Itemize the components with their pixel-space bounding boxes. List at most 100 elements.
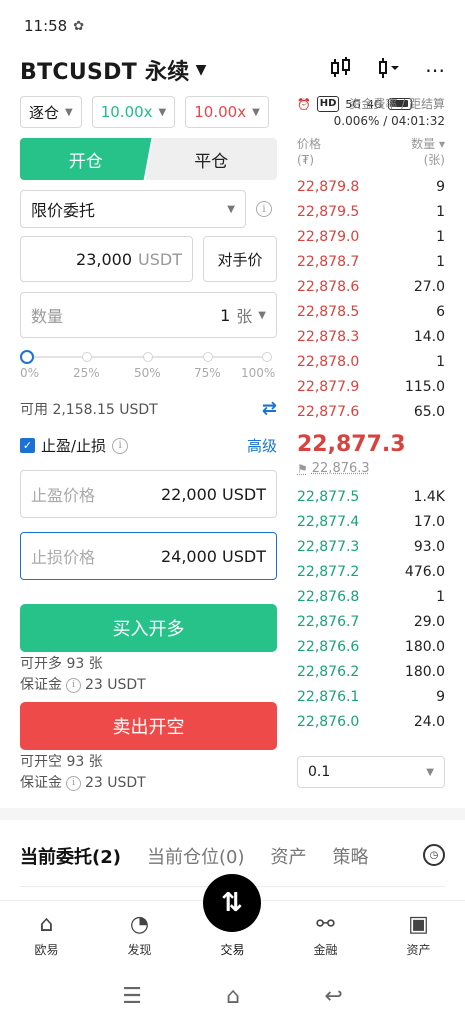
ask-qty: 27.0 (413, 278, 445, 295)
tab-close-position[interactable]: 平仓 (145, 138, 277, 180)
pair-dropdown-icon[interactable]: ▼ (196, 62, 207, 78)
candlestick-chart-icon[interactable] (329, 56, 353, 84)
long-leverage-select[interactable]: 10.00x ▼ (91, 96, 176, 128)
tab-strategies[interactable]: 策略 (332, 843, 368, 869)
tab-open-position[interactable]: 开仓 (20, 138, 152, 180)
ask-qty: 1 (436, 253, 445, 270)
candle-menu-icon[interactable] (377, 57, 401, 84)
slider-step-dot[interactable] (203, 352, 213, 362)
tab-current-orders[interactable]: 当前委托(2) (20, 843, 121, 869)
ask-qty: 1 (436, 203, 445, 220)
bid-row[interactable]: 22,877.5 1.4K (297, 484, 445, 509)
tab-current-positions[interactable]: 当前仓位(0) (147, 843, 245, 869)
available-text: 可用 2,158.15 USDT (20, 401, 158, 418)
bid-row[interactable]: 22,876.0 24.0 (297, 709, 445, 734)
qty-header-toggle[interactable]: 数量 ▾ (张) (411, 136, 445, 168)
chevron-down-icon: ▼ (65, 106, 73, 118)
info-icon[interactable]: i (66, 678, 81, 693)
quantity-value: 1 (220, 305, 231, 325)
nav-finance[interactable]: ⚯ 金融 (279, 901, 372, 964)
short-leverage-select[interactable]: 10.00x ▼ (185, 96, 269, 128)
tpsl-label[interactable]: 止盈/止损 (41, 435, 106, 456)
price-unit-header: (₮) (297, 153, 314, 167)
slider-step-dot[interactable] (262, 352, 272, 362)
margin-mode-select[interactable]: 逐仓 ▼ (20, 96, 82, 128)
ask-price: 22,878.5 (297, 303, 360, 320)
depth-select[interactable]: 0.1 ▼ (297, 756, 445, 788)
funding-info[interactable]: 资金费率 / 距结算 0.006% / 04:01:32 (297, 96, 445, 130)
trade-fab[interactable]: ⇅ (203, 874, 261, 932)
ask-row[interactable]: 22,878.6 27.0 (297, 274, 445, 299)
long-leverage-label: 10.00x (100, 103, 153, 121)
depth-value: 0.1 (308, 764, 331, 780)
bid-price: 22,877.4 (297, 513, 360, 530)
take-profit-placeholder: 止盈价格 (31, 486, 96, 505)
bid-price: 22,876.8 (297, 588, 360, 605)
bid-row[interactable]: 22,876.8 1 (297, 584, 445, 609)
counter-price-button[interactable]: 对手价 (203, 236, 277, 282)
slider-step-dot[interactable] (82, 352, 92, 362)
bid-qty: 180.0 (404, 663, 445, 680)
mark-price[interactable]: ⚑ 22,876.3 (297, 460, 445, 478)
tpsl-checkbox[interactable]: ✓ (20, 438, 35, 453)
section-divider (0, 808, 465, 820)
ask-row[interactable]: 22,877.6 65.0 (297, 399, 445, 424)
slider-step-dot[interactable] (143, 352, 153, 362)
ask-row[interactable]: 22,879.8 9 (297, 174, 445, 199)
bid-row[interactable]: 22,877.4 17.0 (297, 509, 445, 534)
can-open-short-text: 可开空 93 张 (20, 754, 103, 770)
nav-discover[interactable]: ◔ 发现 (93, 901, 186, 964)
nav-label: 欧易 (34, 943, 59, 957)
tab-assets[interactable]: 资产 (270, 843, 306, 869)
bid-row[interactable]: 22,877.2 476.0 (297, 559, 445, 584)
back-icon[interactable]: ↩ (324, 984, 342, 1009)
menu-icon[interactable]: ☰ (122, 984, 142, 1009)
bid-qty: 476.0 (404, 563, 445, 580)
bid-row[interactable]: 22,876.7 29.0 (297, 609, 445, 634)
take-profit-input[interactable]: 止盈价格 22,000 USDT (20, 470, 277, 518)
buy-long-button[interactable]: 买入开多 (20, 604, 277, 652)
info-icon[interactable]: i (112, 437, 129, 454)
ask-row[interactable]: 22,878.7 1 (297, 249, 445, 274)
info-icon[interactable]: i (66, 776, 81, 791)
bid-qty: 93.0 (413, 538, 445, 555)
bid-qty: 17.0 (413, 513, 445, 530)
ask-row[interactable]: 22,879.5 1 (297, 199, 445, 224)
ask-row[interactable]: 22,878.0 1 (297, 349, 445, 374)
quantity-input[interactable]: 数量 1 张 ▼ (20, 292, 277, 338)
ask-row[interactable]: 22,877.9 115.0 (297, 374, 445, 399)
bid-price: 22,876.1 (297, 688, 360, 705)
more-icon[interactable]: ⋯ (425, 58, 445, 82)
quantity-unit[interactable]: 张 (236, 303, 252, 327)
wechat-icon: ✿ (73, 18, 85, 34)
history-clock-icon[interactable]: ◷ (423, 844, 445, 866)
pair-title[interactable]: BTCUSDT 永续 (20, 54, 190, 86)
ask-price: 22,878.7 (297, 253, 360, 270)
ask-price: 22,878.3 (297, 328, 360, 345)
ask-row[interactable]: 22,878.3 14.0 (297, 324, 445, 349)
nav-assets[interactable]: ▣ 资产 (372, 901, 465, 964)
quantity-slider[interactable] (20, 350, 277, 364)
bid-row[interactable]: 22,876.6 180.0 (297, 634, 445, 659)
chevron-down-icon[interactable]: ▼ (258, 310, 266, 321)
price-header: 价格 (297, 137, 322, 151)
nav-label: 发现 (127, 943, 152, 957)
ask-row[interactable]: 22,879.0 1 (297, 224, 445, 249)
slider-handle[interactable] (20, 350, 34, 364)
sell-short-button[interactable]: 卖出开空 (20, 702, 277, 750)
stop-loss-input[interactable]: 止损价格 24,000 USDT (20, 532, 277, 580)
transfer-icon[interactable]: ⇄ (262, 398, 277, 419)
bid-row[interactable]: 22,877.3 93.0 (297, 534, 445, 559)
nav-home[interactable]: ⌂ 欧易 (0, 901, 93, 964)
ask-row[interactable]: 22,878.5 6 (297, 299, 445, 324)
stop-loss-value: 24,000 USDT (160, 546, 266, 566)
bid-row[interactable]: 22,876.2 180.0 (297, 659, 445, 684)
bid-qty: 29.0 (413, 613, 445, 630)
advanced-link[interactable]: 高级 (247, 435, 277, 456)
bid-row[interactable]: 22,876.1 9 (297, 684, 445, 709)
info-icon[interactable]: i (256, 201, 272, 217)
last-price[interactable]: 22,877.3 (297, 430, 445, 460)
order-type-select[interactable]: 限价委托 ▼ (20, 190, 246, 228)
price-input[interactable]: 23,000 USDT (20, 236, 193, 282)
home-button-icon[interactable]: ⌂ (226, 984, 240, 1009)
